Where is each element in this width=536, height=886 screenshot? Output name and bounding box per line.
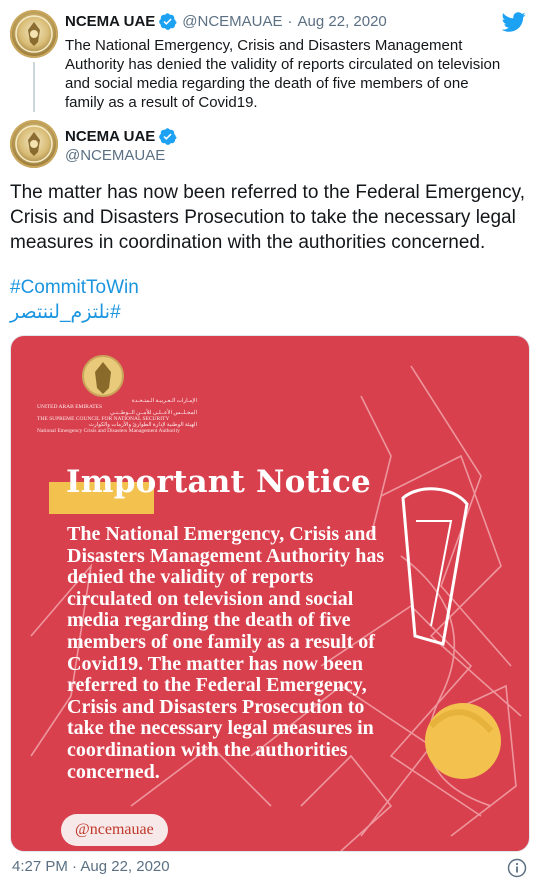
separator: · bbox=[287, 13, 293, 30]
tweet-author-name-row: NCEMA UAE bbox=[65, 127, 182, 146]
emblem-icon bbox=[15, 125, 53, 163]
info-icon[interactable] bbox=[507, 858, 527, 878]
authority-logo-text: الإمـارات الـعـربيـة الـمتـحـدة UNITED A… bbox=[37, 398, 197, 434]
hashtag-link[interactable]: #CommitToWin bbox=[10, 277, 139, 299]
emblem-icon bbox=[15, 15, 53, 53]
tweet-text: The matter has now been referred to the … bbox=[10, 182, 526, 253]
hashtag-link[interactable]: #نلتزم_لننتصر bbox=[10, 301, 121, 324]
author-name[interactable]: NCEMA UAE bbox=[65, 128, 155, 145]
author-handle[interactable]: @NCEMAUAE bbox=[65, 147, 165, 164]
twitter-bird-icon[interactable] bbox=[502, 10, 526, 34]
tweet-handle-row: @NCEMAUAE bbox=[65, 147, 165, 164]
tweet-timestamp[interactable]: 4:27 PM · Aug 22, 2020 bbox=[12, 858, 170, 875]
quoted-tweet-header: NCEMA UAE @NCEMAUAE · Aug 22, 2020 bbox=[65, 12, 387, 31]
media-handle-pill: @ncemauae bbox=[61, 814, 168, 846]
avatar[interactable] bbox=[10, 120, 58, 168]
avatar[interactable] bbox=[10, 10, 58, 58]
quoted-tweet-text: The National Emergency, Crisis and Disas… bbox=[65, 37, 501, 111]
thread-connector bbox=[33, 62, 35, 112]
org-line: National Emergency Crisis and Disasters … bbox=[37, 428, 180, 434]
verified-badge-icon bbox=[159, 128, 177, 145]
tweet-media-image[interactable]: الإمـارات الـعـربيـة الـمتـحـدة UNITED A… bbox=[10, 335, 530, 852]
tweet-date[interactable]: Aug 22, 2020 bbox=[298, 13, 387, 30]
notice-body: The National Emergency, Crisis and Disas… bbox=[67, 523, 385, 783]
notice-title: Important Notice bbox=[66, 464, 371, 500]
author-name[interactable]: NCEMA UAE bbox=[65, 13, 155, 30]
verified-badge-icon bbox=[159, 13, 177, 30]
author-handle[interactable]: @NCEMAUAE bbox=[182, 13, 282, 30]
